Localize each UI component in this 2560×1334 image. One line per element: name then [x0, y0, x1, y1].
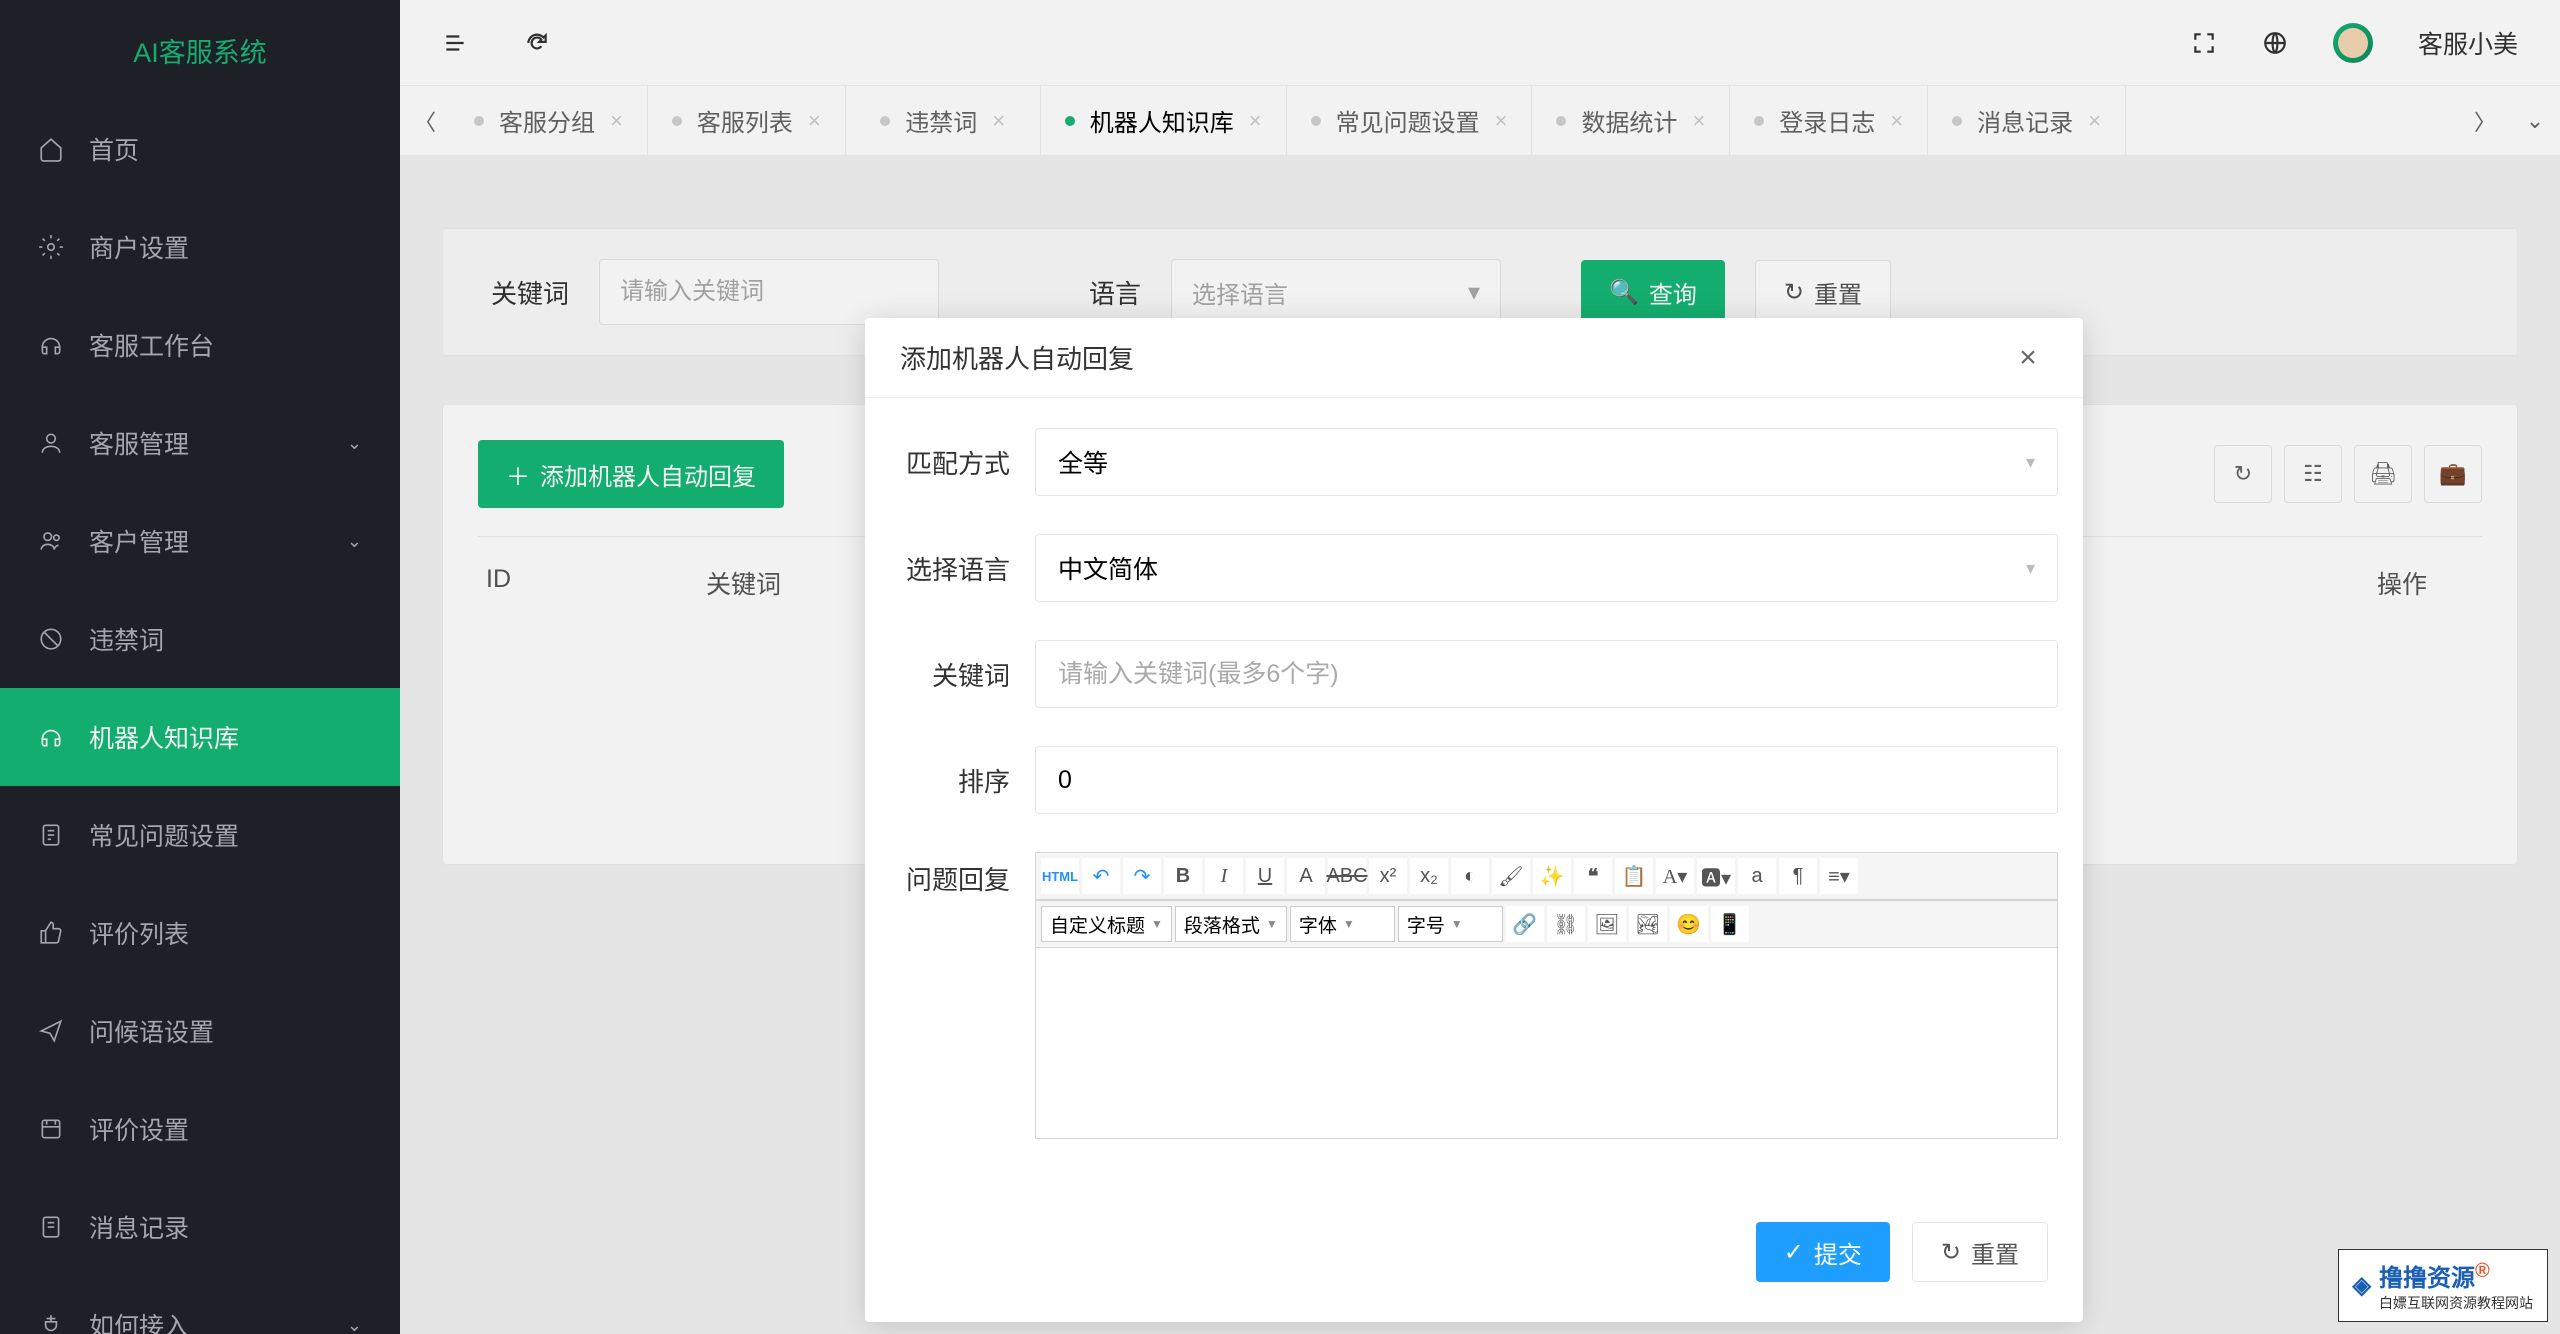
watermark-title: 撸撸资源 — [2379, 1265, 2475, 1292]
editor-textarea[interactable] — [1036, 948, 2057, 1138]
watermark: ◈ 撸撸资源® 白嫖互联网资源教程网站 — [2338, 1249, 2548, 1322]
button-label: 提交 — [1814, 1235, 1862, 1270]
paste-button[interactable]: 📋 — [1615, 858, 1653, 894]
html-button[interactable]: HTML — [1041, 858, 1079, 894]
underline-button[interactable]: U — [1246, 858, 1284, 894]
forecolor-button[interactable]: A▾ — [1656, 858, 1694, 894]
superscript-button[interactable]: x² — [1369, 858, 1407, 894]
image-button[interactable]: 🖼 — [1588, 906, 1626, 942]
editor-toolbar-2: 自定义标题▼ 段落格式▼ 字体▼ 字号▼ 🔗 ⛓ 🖼 🏞 😊 📱 — [1036, 900, 2057, 948]
quote-button[interactable]: ❝ — [1574, 858, 1612, 894]
italic-button[interactable]: I — [1205, 858, 1243, 894]
indent-button[interactable]: ¶ — [1779, 858, 1817, 894]
lang-label: 选择语言 — [890, 550, 1035, 587]
modal: 添加机器人自动回复 × 匹配方式 全等 ▾ 选择语言 中文简体 ▾ 关键词 排序 问… — [865, 318, 2083, 1322]
reply-label: 问题回复 — [890, 852, 1035, 897]
check-icon: ✓ — [1784, 1238, 1804, 1267]
modal-lang-select[interactable]: 中文简体 ▾ — [1035, 534, 2058, 602]
match-select[interactable]: 全等 ▾ — [1035, 428, 2058, 496]
undo-button[interactable]: ↶ — [1082, 858, 1120, 894]
strike-button[interactable]: ABC — [1328, 858, 1366, 894]
modal-keyword-input[interactable] — [1058, 641, 2035, 707]
modal-reset-button[interactable]: ↻ 重置 — [1912, 1222, 2048, 1282]
char-button[interactable]: a — [1738, 858, 1776, 894]
chevron-down-icon: ▾ — [2026, 558, 2035, 579]
modal-close-button[interactable]: × — [2008, 338, 2048, 378]
sort-label: 排序 — [890, 762, 1035, 799]
lineheight-button[interactable]: ≡▾ — [1820, 858, 1858, 894]
select-value: 全等 — [1058, 444, 1108, 480]
backcolor-button[interactable]: 🅰▾ — [1697, 858, 1735, 894]
modal-header: 添加机器人自动回复 × — [865, 318, 2083, 398]
refresh-icon: ↻ — [1941, 1238, 1961, 1267]
link-button[interactable]: 🔗 — [1506, 906, 1544, 942]
watermark-sub: 白嫖互联网资源教程网站 — [2379, 1293, 2533, 1313]
editor-toolbar: HTML ↶ ↷ B I U A ABC x² x₂ ◐ 🖌 ✨ ❝ 📋 A▾ — [1036, 853, 2057, 900]
fontsize-select[interactable]: 字号▼ — [1398, 906, 1503, 942]
modal-body: 匹配方式 全等 ▾ 选择语言 中文简体 ▾ 关键词 排序 问题回复 HTML ↶ ↷… — [865, 398, 2083, 1197]
image2-button[interactable]: 🏞 — [1629, 906, 1667, 942]
fontcolor-button[interactable]: A — [1287, 858, 1325, 894]
fontfamily-select[interactable]: 字体▼ — [1290, 906, 1395, 942]
button-label: 重置 — [1971, 1235, 2019, 1270]
sort-input[interactable] — [1058, 747, 2035, 813]
keyword-label: 关键词 — [890, 656, 1035, 693]
rich-editor: HTML ↶ ↷ B I U A ABC x² x₂ ◐ 🖌 ✨ ❝ 📋 A▾ — [1035, 852, 2058, 1139]
modal-title: 添加机器人自动回复 — [900, 339, 1134, 376]
chevron-down-icon: ▾ — [2026, 452, 2035, 473]
redo-button[interactable]: ↷ — [1123, 858, 1161, 894]
eraser-button[interactable]: ◐ — [1451, 858, 1489, 894]
brush-button[interactable]: 🖌 — [1492, 858, 1530, 894]
select-value: 中文简体 — [1058, 550, 1158, 586]
heading-select[interactable]: 自定义标题▼ — [1041, 906, 1172, 942]
emoji-button[interactable]: 😊 — [1670, 906, 1708, 942]
unlink-button[interactable]: ⛓ — [1547, 906, 1585, 942]
bold-button[interactable]: B — [1164, 858, 1202, 894]
modal-footer: ✓ 提交 ↻ 重置 — [865, 1197, 2083, 1322]
logo-icon: ◈ — [2353, 1271, 2371, 1300]
submit-button[interactable]: ✓ 提交 — [1756, 1222, 1890, 1282]
video-button[interactable]: 📱 — [1711, 906, 1749, 942]
paragraph-select[interactable]: 段落格式▼ — [1175, 906, 1287, 942]
format-button[interactable]: ✨ — [1533, 858, 1571, 894]
match-label: 匹配方式 — [890, 444, 1035, 481]
subscript-button[interactable]: x₂ — [1410, 858, 1448, 894]
